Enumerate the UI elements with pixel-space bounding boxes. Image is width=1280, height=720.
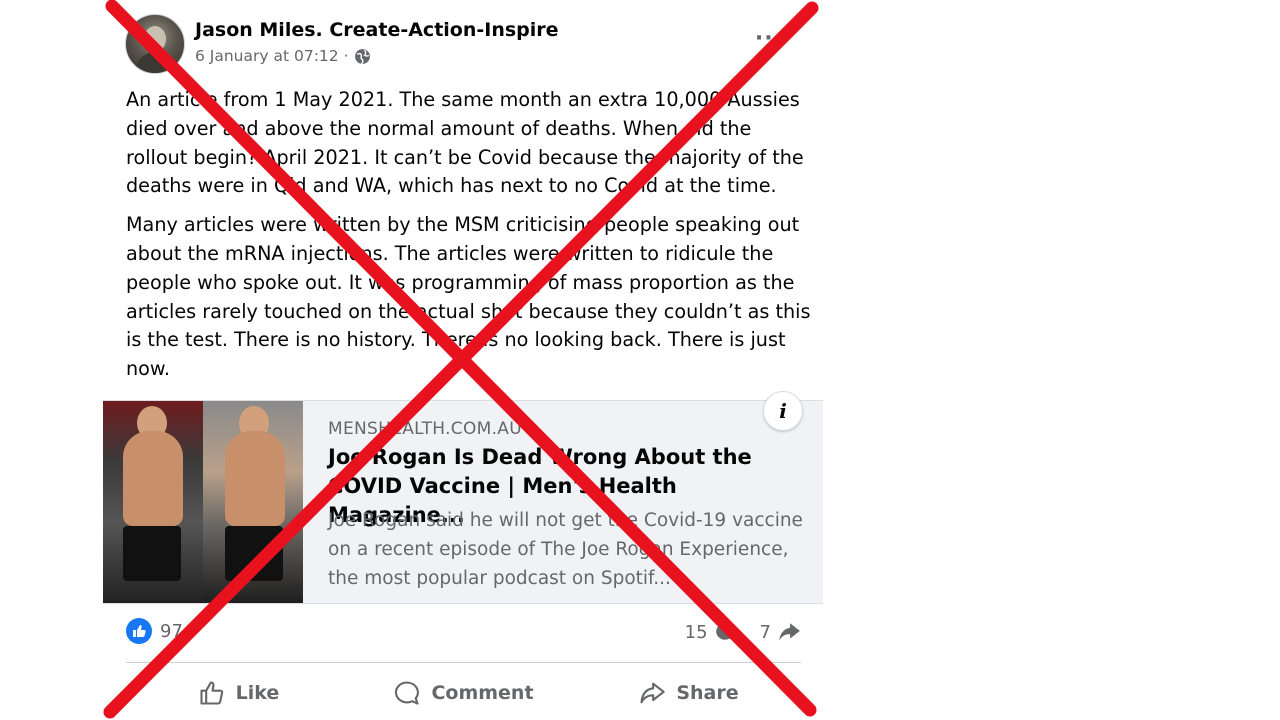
like-reaction-icon[interactable] [126,618,152,644]
meta-separator: · [343,47,349,65]
info-button[interactable]: i [763,391,803,431]
link-domain: MENSHEALTH.COM.AU [328,419,522,439]
post-body: An article from 1 May 2021. The same mon… [126,86,816,394]
more-options-button[interactable]: ··· [755,26,783,51]
reaction-stats: 97 15 7 [126,616,801,652]
post-actions: Like Comment Share [126,668,801,718]
author-name[interactable]: Jason Miles. Create-Action-Inspire [195,19,559,41]
link-preview-card[interactable]: i MENSHEALTH.COM.AU Joe Rogan Is Dead Wr… [103,391,823,604]
post-meta: 6 January at 07:12 · [195,47,371,65]
like-label: Like [235,682,280,704]
comment-icon [395,681,420,705]
share-count-icon [779,623,800,641]
action-divider [126,662,801,663]
share-label: Share [676,682,739,704]
like-button[interactable]: Like [126,670,351,716]
link-description: Joe Rogan said he will not get the Covid… [328,510,803,589]
avatar-image [134,26,176,73]
share-count[interactable]: 7 [760,622,771,643]
post-timestamp[interactable]: 6 January at 07:12 [195,47,339,65]
link-thumbnail[interactable] [103,401,303,603]
post-paragraph-1: An article from 1 May 2021. The same mon… [126,88,804,198]
globe-icon[interactable] [354,48,371,65]
share-icon [640,682,666,704]
comment-count-icon [715,623,734,641]
thumbs-up-icon [200,681,223,705]
post-paragraph-2: Many articles were written by the MSM cr… [126,213,811,381]
comment-label: Comment [431,682,534,704]
comment-button[interactable]: Comment [351,670,576,716]
comment-share-counts: 15 7 [685,621,801,643]
share-button[interactable]: Share [576,670,801,716]
thumbnail-left-frame [103,401,203,603]
author-avatar[interactable] [125,14,185,74]
thumbnail-right-frame [203,401,303,603]
comment-count[interactable]: 15 [685,622,708,643]
like-count[interactable]: 97 [160,621,183,642]
facebook-post: Jason Miles. Create-Action-Inspire 6 Jan… [103,0,823,720]
